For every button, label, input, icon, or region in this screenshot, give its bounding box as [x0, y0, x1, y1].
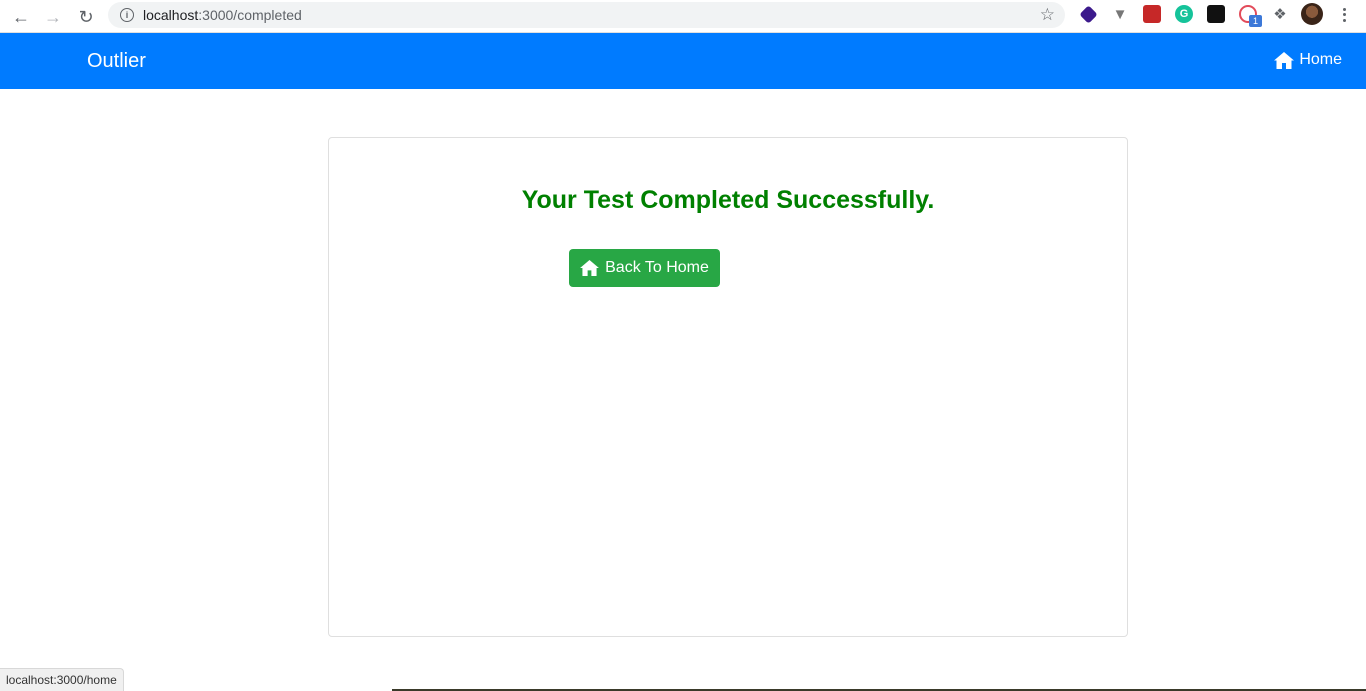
address-url[interactable]: localhost:3000/completed [143, 7, 302, 23]
completion-card: Your Test Completed Successfully. Back T… [328, 137, 1128, 637]
extension-red-icon[interactable] [1143, 5, 1161, 23]
menu-kebab-icon[interactable] [1337, 4, 1351, 26]
nav-home-label: Home [1299, 51, 1342, 68]
nav-home-link[interactable]: Home [1274, 51, 1342, 69]
back-to-home-button[interactable]: Back To Home [569, 249, 720, 287]
extension-v-icon[interactable]: ▼ [1111, 5, 1129, 23]
home-icon [1274, 51, 1295, 69]
extension-grid-icon[interactable] [1207, 5, 1225, 23]
grammarly-icon[interactable]: G [1175, 5, 1193, 23]
success-message: Your Test Completed Successfully. [521, 186, 935, 214]
extension-diamond-icon[interactable] [1079, 5, 1098, 24]
browser-toolbar: ← → ↻ i localhost:3000/completed ☆ ▼ G 1… [0, 0, 1366, 33]
navbar: Outlier Home [0, 33, 1366, 89]
bookmark-star-icon[interactable]: ☆ [1040, 5, 1055, 25]
back-arrow-icon[interactable]: ← [8, 4, 34, 30]
home-icon [580, 260, 600, 276]
url-host: localhost [143, 7, 199, 23]
navbar-brand[interactable]: Outlier [87, 50, 146, 73]
back-to-home-label: Back To Home [605, 259, 709, 276]
status-bar-url: localhost:3000/home [0, 668, 124, 691]
forward-arrow-icon[interactable]: → [40, 4, 66, 30]
puzzle-extensions-icon[interactable]: ❖ [1271, 5, 1289, 23]
extension-badge: 1 [1249, 15, 1262, 27]
address-bar[interactable]: i localhost:3000/completed ☆ [108, 2, 1065, 28]
url-path: :3000/completed [198, 7, 302, 23]
site-info-icon[interactable]: i [120, 8, 134, 22]
reload-icon[interactable]: ↻ [73, 4, 99, 30]
profile-avatar[interactable] [1301, 3, 1323, 25]
